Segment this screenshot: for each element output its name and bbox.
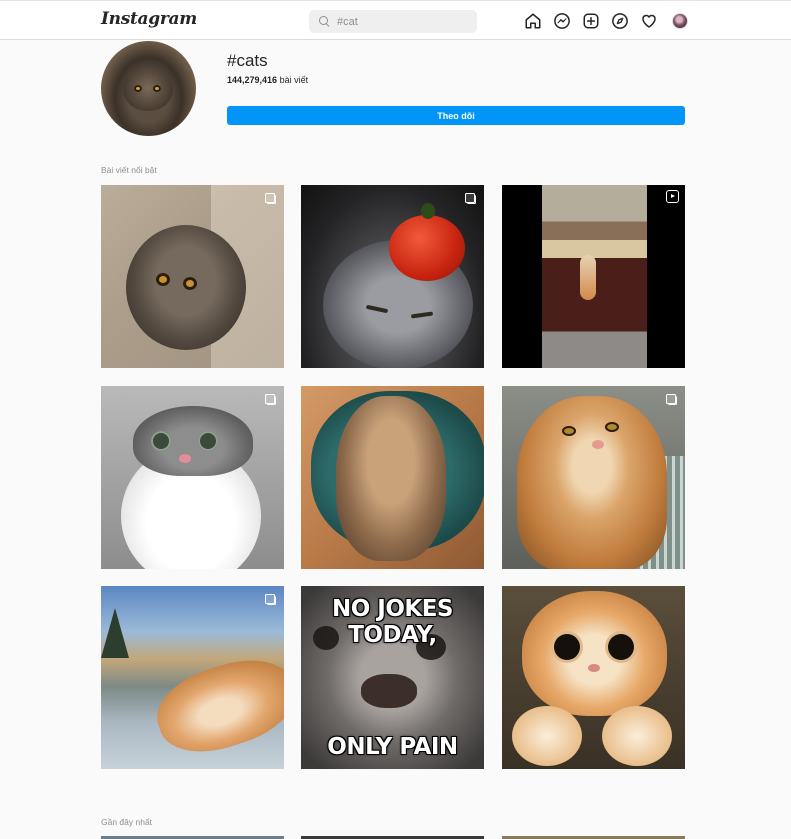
cat-nose: [592, 440, 604, 449]
ginger-cat: [517, 396, 667, 569]
post-tile[interactable]: [502, 386, 685, 569]
messenger-icon[interactable]: [553, 12, 571, 30]
explore-icon[interactable]: [611, 12, 629, 30]
follow-button[interactable]: Theo dõi: [227, 106, 685, 125]
carousel-icon: [666, 394, 677, 405]
carousel-icon: [265, 594, 276, 605]
top-navigation-bar: Instagram: [0, 0, 791, 40]
kitten-eye: [198, 431, 218, 451]
post-tile[interactable]: [101, 586, 284, 769]
search-input[interactable]: [337, 15, 467, 28]
carousel-icon: [465, 193, 476, 204]
cat-eye-right: [153, 85, 161, 92]
cat-eye: [183, 277, 197, 290]
meme-top-text: NO JOKES TODAY,: [331, 596, 454, 648]
cat-paw-left: [512, 706, 582, 766]
tomato: [389, 215, 465, 281]
cat-face: [123, 69, 173, 111]
meme-bottom-text: ONLY PAIN: [327, 734, 458, 760]
instagram-logo[interactable]: Instagram: [101, 9, 197, 29]
profile-avatar[interactable]: [672, 13, 688, 29]
carousel-icon: [265, 193, 276, 204]
activity-heart-icon[interactable]: [640, 12, 658, 30]
meme-cat-nose: [361, 674, 417, 708]
cat-eye: [554, 634, 580, 660]
tabby-cat: [336, 396, 446, 561]
cat-eye: [156, 273, 170, 286]
cat-nose: [588, 664, 600, 672]
tomato-stem: [421, 203, 435, 219]
post-tile[interactable]: [301, 185, 484, 368]
recent-posts-heading: Gần đây nhất: [101, 817, 153, 827]
cat-eye: [562, 426, 576, 436]
post-tile[interactable]: [101, 185, 284, 368]
cat-eye: [605, 422, 619, 432]
post-tile[interactable]: [101, 386, 284, 569]
search-box[interactable]: [309, 10, 477, 33]
reel-icon: [666, 190, 679, 203]
post-tile[interactable]: [502, 586, 685, 769]
carousel-icon: [265, 394, 276, 405]
home-icon[interactable]: [524, 12, 542, 30]
ginger-cat-head: [522, 591, 667, 716]
cat-eye-left: [134, 85, 142, 92]
post-count-number: 144,279,416: [227, 75, 278, 85]
kitten-nose: [179, 454, 191, 463]
post-count-suffix: bài viết: [277, 75, 309, 85]
nav-icons: [524, 12, 688, 30]
post-tile[interactable]: NO JOKES TODAY, ONLY PAIN: [301, 586, 484, 769]
post-tile[interactable]: [502, 185, 685, 368]
tree: [101, 608, 129, 658]
cat-paw-right: [602, 706, 672, 766]
kitten-eye: [151, 431, 171, 451]
hashtag-title: #cats: [227, 51, 268, 70]
post-count: 144,279,416 bài viết: [227, 75, 308, 85]
search-icon: [319, 16, 330, 27]
ginger-cat-lying: [147, 646, 284, 766]
post-tile[interactable]: [301, 386, 484, 569]
cat-standing: [580, 255, 596, 300]
hashtag-cover-image: [101, 41, 196, 136]
cat-eye: [608, 634, 634, 660]
new-post-icon[interactable]: [582, 12, 600, 30]
top-posts-heading: Bài viết nổi bật: [101, 165, 157, 175]
